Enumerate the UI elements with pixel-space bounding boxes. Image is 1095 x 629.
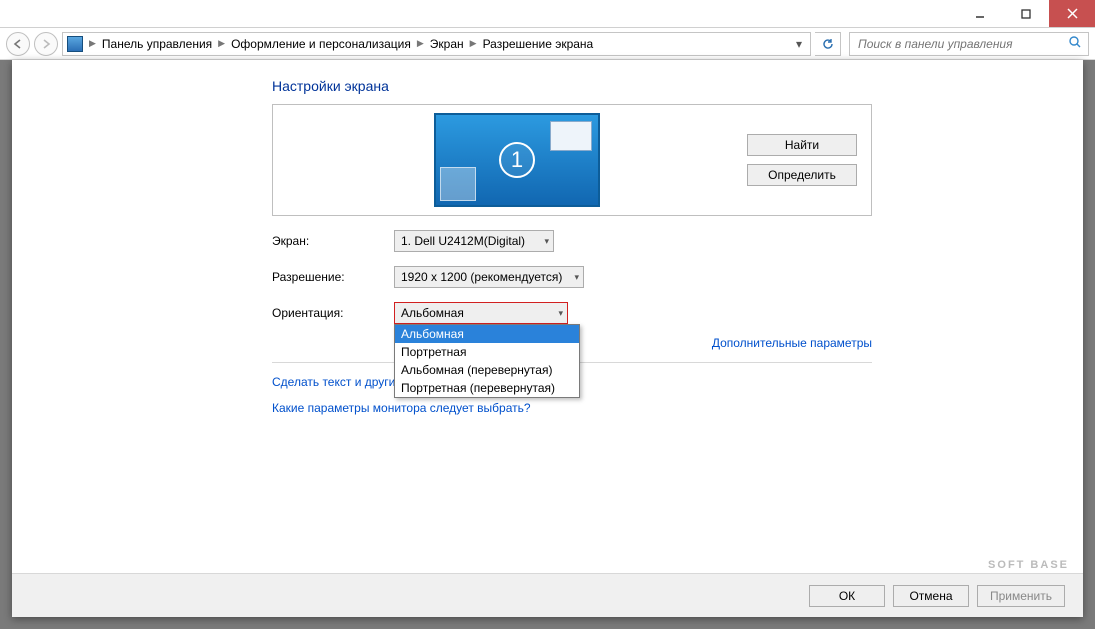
- breadcrumb[interactable]: Панель управления: [98, 33, 216, 55]
- navbar: ▶ Панель управления ▶ Оформление и персо…: [0, 28, 1095, 60]
- find-button[interactable]: Найти: [747, 134, 857, 156]
- chevron-right-icon: ▶: [87, 38, 98, 49]
- wallpaper-window-icon: [550, 121, 592, 151]
- chevron-right-icon: ▶: [415, 38, 426, 49]
- apply-button: Применить: [977, 585, 1065, 607]
- breadcrumb[interactable]: Экран: [426, 33, 468, 55]
- chevron-down-icon: ▾: [574, 272, 579, 283]
- search-icon: [1068, 35, 1082, 52]
- refresh-button[interactable]: [815, 32, 841, 56]
- breadcrumb[interactable]: Оформление и персонализация: [227, 33, 415, 55]
- nav-forward-button[interactable]: [34, 32, 58, 56]
- chevron-down-icon: ▾: [544, 236, 549, 247]
- maximize-button[interactable]: [1003, 0, 1049, 27]
- search-input[interactable]: [856, 36, 1068, 52]
- nav-back-button[interactable]: [6, 32, 30, 56]
- wallpaper-window-icon: [440, 167, 476, 201]
- orientation-option[interactable]: Портретная (перевернутая): [395, 379, 579, 397]
- watermark: SOFT BASE: [988, 559, 1069, 571]
- orientation-option[interactable]: Альбомная: [395, 325, 579, 343]
- monitor-help-link[interactable]: Какие параметры монитора следует выбрать…: [272, 401, 872, 415]
- orientation-dropdown: Альбомная Портретная Альбомная (переверн…: [394, 324, 580, 398]
- orientation-option[interactable]: Портретная: [395, 343, 579, 361]
- resolution-select-value: 1920 x 1200 (рекомендуется): [401, 270, 562, 284]
- display-preview-box: 1 Найти Определить: [272, 104, 872, 216]
- orientation-select[interactable]: Альбомная ▾ Альбомная Портретная Альбомн…: [394, 302, 568, 324]
- orientation-select-value: Альбомная: [401, 306, 464, 320]
- monitor-number: 1: [499, 142, 535, 178]
- chevron-down-icon: ▾: [558, 308, 563, 319]
- chevron-right-icon: ▶: [468, 38, 479, 49]
- resolution-select[interactable]: 1920 x 1200 (рекомендуется) ▾: [394, 266, 584, 288]
- cancel-button[interactable]: Отмена: [893, 585, 969, 607]
- resolution-label: Разрешение:: [272, 270, 394, 284]
- close-button[interactable]: [1049, 0, 1095, 27]
- address-bar[interactable]: ▶ Панель управления ▶ Оформление и персо…: [62, 32, 811, 56]
- window-titlebar: [0, 0, 1095, 28]
- minimize-button[interactable]: [957, 0, 1003, 27]
- display-select[interactable]: 1. Dell U2412M(Digital) ▾: [394, 230, 554, 252]
- dialog-button-bar: ОК Отмена Применить: [12, 573, 1083, 617]
- breadcrumb[interactable]: Разрешение экрана: [479, 33, 598, 55]
- chevron-right-icon: ▶: [216, 38, 227, 49]
- ok-button[interactable]: ОК: [809, 585, 885, 607]
- search-box[interactable]: [849, 32, 1089, 56]
- page-title: Настройки экрана: [272, 78, 872, 94]
- control-panel-icon: [67, 36, 83, 52]
- identify-button[interactable]: Определить: [747, 164, 857, 186]
- orientation-label: Ориентация:: [272, 306, 394, 320]
- orientation-option[interactable]: Альбомная (перевернутая): [395, 361, 579, 379]
- display-label: Экран:: [272, 234, 394, 248]
- display-select-value: 1. Dell U2412M(Digital): [401, 234, 525, 248]
- content-panel: Настройки экрана 1 Найти Определить Экра…: [12, 60, 1083, 617]
- address-dropdown-icon[interactable]: ▾: [792, 37, 806, 51]
- monitor-thumbnail[interactable]: 1: [434, 113, 600, 207]
